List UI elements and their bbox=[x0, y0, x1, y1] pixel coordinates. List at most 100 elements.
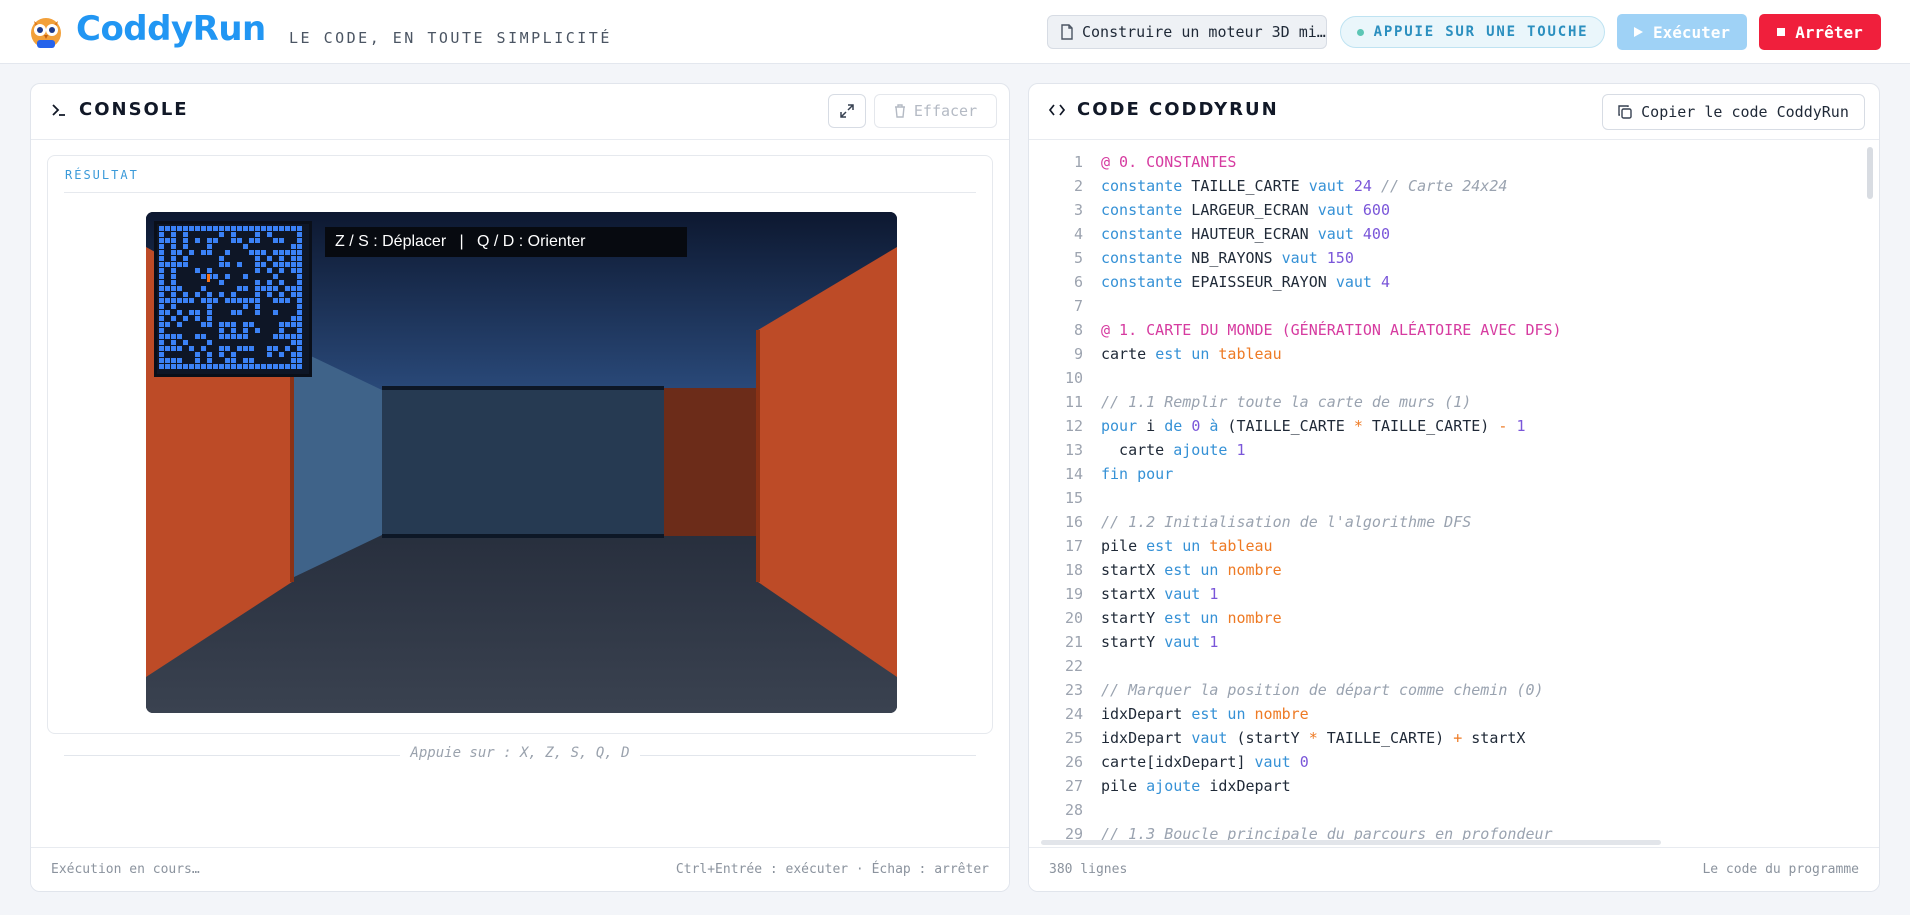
line-number: 14 bbox=[1064, 465, 1083, 483]
code-line: 25 idxDepart vaut (startY * TAILLE_CARTE)… bbox=[1029, 726, 1849, 750]
result-card: RÉSULTAT Z / S: Déplacer | Q / D: Orie… bbox=[47, 155, 993, 734]
scroll-thumb[interactable] bbox=[1867, 147, 1873, 199]
code-text: constante HAUTEUR_ECRAN vaut 400 bbox=[1101, 225, 1390, 243]
code-line: 27 pile ajoute idxDepart bbox=[1029, 774, 1849, 798]
expand-button[interactable] bbox=[828, 94, 866, 128]
console-title-group: CONSOLE bbox=[51, 99, 189, 120]
clear-button[interactable]: Effacer bbox=[874, 94, 997, 128]
code-line: 10 bbox=[1029, 366, 1849, 390]
code-editor[interactable]: 1 @ 0. CONSTANTES 2 constante TAILLE_CARTE … bbox=[1029, 141, 1879, 841]
trash-icon bbox=[894, 104, 905, 118]
line-number: 4 bbox=[1073, 225, 1083, 243]
code-text: // 1.2 Initialisation de l'algorithme DF… bbox=[1101, 513, 1472, 531]
line-number: 20 bbox=[1064, 609, 1083, 627]
code-line: 14 fin pour bbox=[1029, 462, 1849, 486]
line-number: 28 bbox=[1064, 801, 1083, 819]
console-title: CONSOLE bbox=[79, 99, 189, 120]
hint-text-wrap: Appuie sur : X, Z, S, Q, D bbox=[64, 745, 976, 761]
line-number: 11 bbox=[1064, 393, 1083, 411]
line-number: 12 bbox=[1064, 417, 1083, 435]
top-bar: CoddyRun LE CODE, EN TOUTE SIMPLICITÉ Co… bbox=[0, 0, 1910, 64]
code-line: 23 // Marquer la position de départ comme… bbox=[1029, 678, 1849, 702]
code-line: 15 bbox=[1029, 486, 1849, 510]
code-line: 12 pour i de 0 à (TAILLE_CARTE * TAILLE_C… bbox=[1029, 414, 1849, 438]
code-text: startX est un nombre bbox=[1101, 561, 1282, 579]
clear-button-label: Effacer bbox=[913, 102, 978, 120]
code-line: 11 // 1.1 Remplir toute la carte de murs … bbox=[1029, 390, 1849, 414]
line-number: 29 bbox=[1064, 825, 1083, 841]
line-number: 26 bbox=[1064, 753, 1083, 771]
line-number: 1 bbox=[1073, 153, 1083, 171]
terminal-prompt-icon bbox=[52, 103, 65, 116]
console-panel: CONSOLE Effacer RÉSULTAT Z / S: Déplace… bbox=[30, 83, 1010, 892]
hint-text: Appuie sur : X, Z, S, Q, D bbox=[400, 745, 640, 761]
code-line: 7 bbox=[1029, 294, 1849, 318]
divider bbox=[64, 192, 976, 193]
code-line: 19 startX vaut 1 bbox=[1029, 582, 1849, 606]
controls-hud: Z / S : Déplacer | Q / D : Orienter bbox=[325, 227, 687, 257]
file-icon bbox=[1061, 24, 1073, 40]
line-number: 24 bbox=[1064, 705, 1083, 723]
code-text: @ 0. CONSTANTES bbox=[1101, 153, 1237, 171]
line-count: 380 lignes bbox=[1049, 862, 1128, 877]
code-title-group: CODE CODDYRUN bbox=[1049, 99, 1279, 120]
game-canvas[interactable]: Z / S : Déplacer | Q / D : Orienter bbox=[146, 212, 897, 713]
code-text: carte ajoute 1 bbox=[1101, 441, 1246, 459]
key-hint: Appuie sur : X, Z, S, Q, D bbox=[64, 745, 976, 765]
file-name: Construire un moteur 3D mi… bbox=[1082, 23, 1326, 41]
copy-code-button[interactable]: Copier le code CoddyRun bbox=[1602, 94, 1865, 130]
code-line: 1 @ 0. CONSTANTES bbox=[1029, 150, 1849, 174]
code-text: startY vaut 1 bbox=[1101, 633, 1219, 651]
line-number: 15 bbox=[1064, 489, 1083, 507]
code-brackets-icon bbox=[1049, 103, 1065, 116]
code-text: constante NB_RAYONS vaut 150 bbox=[1101, 249, 1354, 267]
code-line: 6 constante EPAISSEUR_RAYON vaut 4 bbox=[1029, 270, 1849, 294]
run-button[interactable]: Exécuter bbox=[1617, 14, 1747, 50]
code-footer-label: Le code du programme bbox=[1702, 862, 1859, 877]
console-footer: Exécution en cours… Ctrl+Entrée : exécut… bbox=[31, 847, 1009, 891]
code-header: CODE CODDYRUN Copier le code CoddyRun bbox=[1029, 84, 1879, 140]
code-line: 8 @ 1. CARTE DU MONDE (GÉNÉRATION ALÉATOI… bbox=[1029, 318, 1849, 342]
tagline: LE CODE, EN TOUTE SIMPLICITÉ bbox=[289, 29, 612, 47]
key-status-badge: APPUIE SUR UNE TOUCHE bbox=[1340, 16, 1605, 48]
file-selector[interactable]: Construire un moteur 3D mi… bbox=[1047, 15, 1327, 49]
stop-button[interactable]: Arrêter bbox=[1759, 14, 1881, 50]
line-number: 3 bbox=[1073, 201, 1083, 219]
line-number: 27 bbox=[1064, 777, 1083, 795]
code-text: // 1.1 Remplir toute la carte de murs (1… bbox=[1101, 393, 1472, 411]
brand-name: CoddyRun bbox=[76, 9, 266, 49]
stop-button-label: Arrêter bbox=[1795, 22, 1863, 42]
code-line: 5 constante NB_RAYONS vaut 150 bbox=[1029, 246, 1849, 270]
code-line: 18 startX est un nombre bbox=[1029, 558, 1849, 582]
code-footer: 380 lignes Le code du programme bbox=[1029, 847, 1879, 891]
code-line: 2 constante TAILLE_CARTE vaut 24 // Carte… bbox=[1029, 174, 1849, 198]
code-panel: CODE CODDYRUN Copier le code CoddyRun 1 @… bbox=[1028, 83, 1880, 892]
stop-icon bbox=[1777, 28, 1786, 36]
code-line: 29 // 1.3 Boucle principale du parcours e… bbox=[1029, 822, 1849, 841]
line-number: 21 bbox=[1064, 633, 1083, 651]
code-text: startX vaut 1 bbox=[1101, 585, 1219, 603]
code-text: idxDepart est un nombre bbox=[1101, 705, 1309, 723]
code-text: // Marquer la position de départ comme c… bbox=[1101, 681, 1544, 699]
line-number: 9 bbox=[1073, 345, 1083, 363]
line-number: 5 bbox=[1073, 249, 1083, 267]
copy-icon bbox=[1618, 105, 1632, 119]
owl-mascot-icon bbox=[31, 18, 61, 48]
code-line: 21 startY vaut 1 bbox=[1029, 630, 1849, 654]
code-text: fin pour bbox=[1101, 465, 1174, 483]
vertical-scrollbar[interactable] bbox=[1867, 147, 1873, 847]
line-number: 13 bbox=[1064, 441, 1083, 459]
code-line: 9 carte est un tableau bbox=[1029, 342, 1849, 366]
execution-status: Exécution en cours… bbox=[51, 862, 200, 877]
code-line: 24 idxDepart est un nombre bbox=[1029, 702, 1849, 726]
run-button-label: Exécuter bbox=[1652, 22, 1731, 42]
result-label: RÉSULTAT bbox=[65, 168, 139, 182]
code-text: constante EPAISSEUR_RAYON vaut 4 bbox=[1101, 273, 1390, 291]
horizontal-scrollbar[interactable] bbox=[1041, 840, 1841, 845]
code-line: 20 startY est un nombre bbox=[1029, 606, 1849, 630]
code-text: pour i de 0 à (TAILLE_CARTE * TAILLE_CAR… bbox=[1101, 417, 1526, 435]
line-number: 6 bbox=[1073, 273, 1083, 291]
scroll-thumb[interactable] bbox=[1041, 840, 1661, 845]
code-line: 3 constante LARGEUR_ECRAN vaut 600 bbox=[1029, 198, 1849, 222]
line-number: 22 bbox=[1064, 657, 1083, 675]
